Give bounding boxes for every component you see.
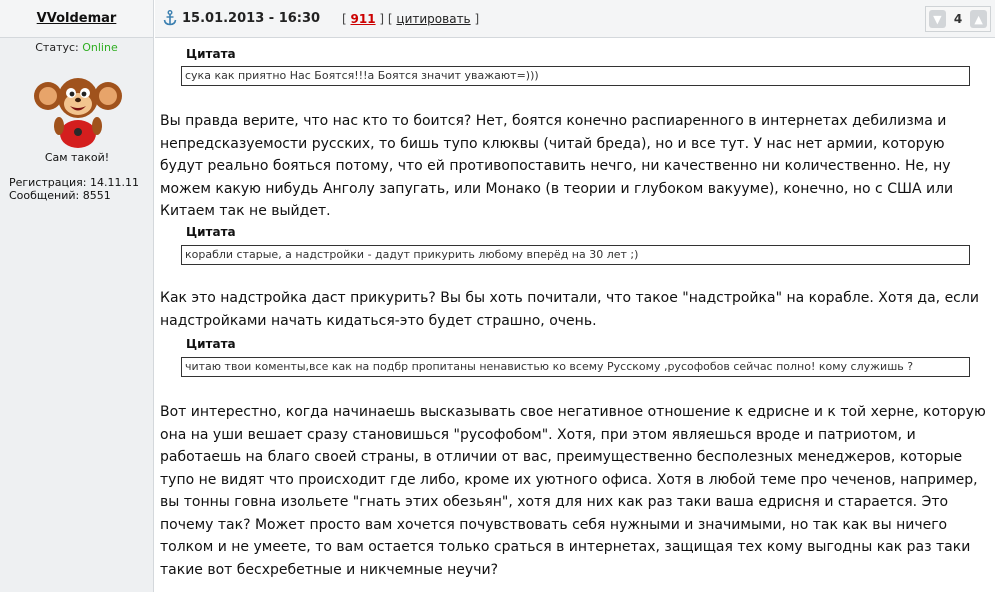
bracket-close: ] [474, 12, 480, 26]
post-count: Сообщений: 8551 [9, 189, 111, 202]
quote-block: сука как приятно Нас Боятся!!!а Боятся з… [181, 66, 970, 86]
rating-count: 4 [953, 12, 963, 26]
quote-block: читаю твои коменты,все как на подбр проп… [181, 357, 970, 377]
quote-label: Цитата [186, 337, 236, 351]
user-sidebar: VVoldemar Статус: Online Сам такой! Реги… [0, 0, 154, 592]
post-number-link[interactable]: 911 [351, 12, 376, 26]
username-link[interactable]: VVoldemar [37, 11, 117, 26]
user-status: Статус: Online [0, 41, 153, 54]
quote-label: Цитата [186, 225, 236, 239]
user-title: Сам такой! [44, 151, 110, 164]
status-online: Online [82, 41, 118, 54]
thumb-down-icon: ▼ [933, 12, 942, 26]
post-header: 15.01.2013 - 16:30 [ 911 ] [ цитировать … [155, 0, 995, 38]
rate-down-button[interactable]: ▼ [929, 10, 946, 28]
post-paragraph: Вот интерестно, когда начинаешь высказыв… [160, 404, 986, 578]
rate-up-button[interactable]: ▲ [970, 10, 988, 28]
avatar[interactable] [34, 68, 122, 148]
thumb-up-icon: ▲ [974, 12, 983, 26]
post-links: [ 911 ] [ цитировать ] [342, 12, 479, 26]
post-paragraph: Как это надстройка даст прикурить? Вы бы… [160, 290, 979, 329]
registration-date: Регистрация: 14.11.11 [9, 176, 139, 189]
user-info: Регистрация: 14.11.11 Сообщений: 8551 [9, 176, 139, 202]
quote-label: Цитата [186, 47, 236, 61]
status-label: Статус: [35, 41, 83, 54]
username-cell: VVoldemar [0, 0, 153, 38]
post-datetime: 15.01.2013 - 16:30 [182, 11, 321, 26]
post-paragraph: Вы правда верите, что нас кто то боится?… [160, 113, 954, 219]
rating-box: ▼ 4 ▲ [925, 6, 991, 32]
anchor-icon[interactable] [163, 10, 177, 26]
bracket-mid: ] [ [379, 12, 393, 26]
quote-block: корабли старые, а надстройки - дадут при… [181, 245, 970, 265]
quote-link[interactable]: цитировать [396, 12, 470, 26]
bracket-open: [ [342, 12, 347, 26]
